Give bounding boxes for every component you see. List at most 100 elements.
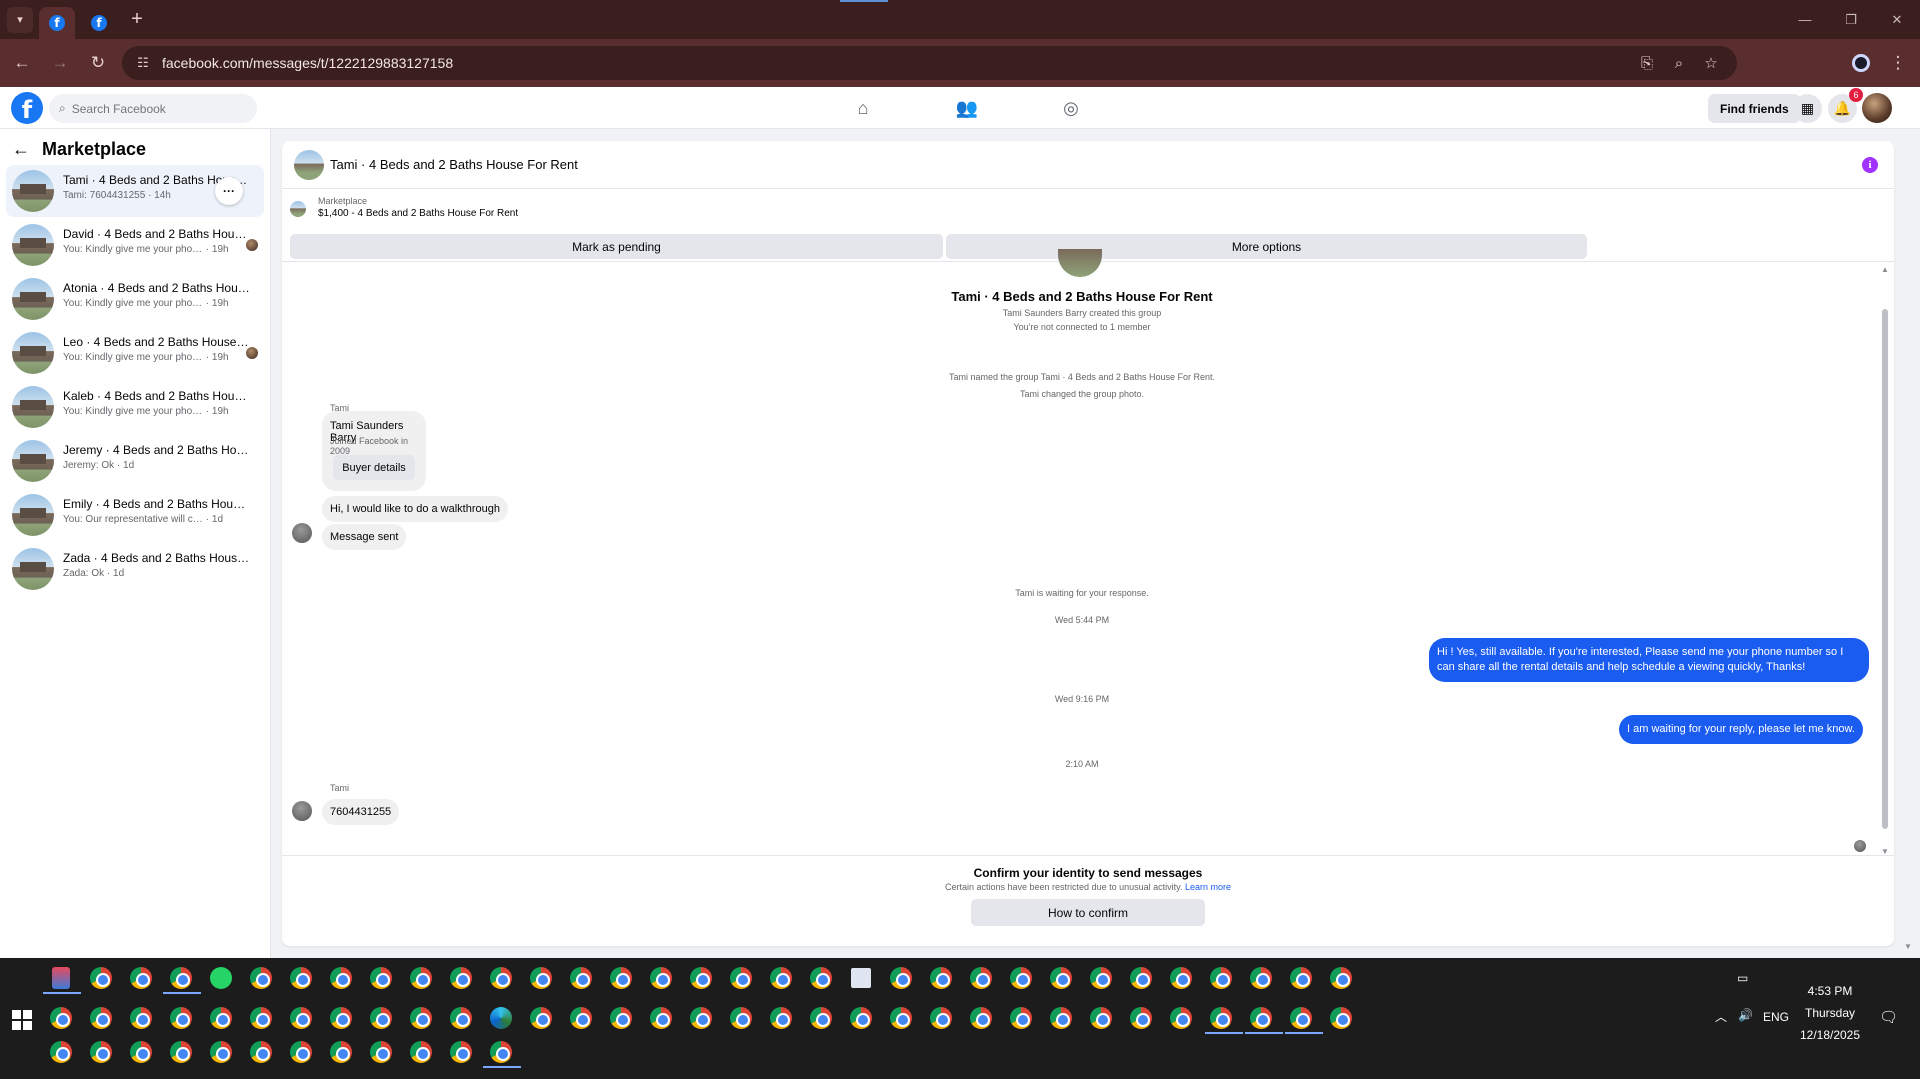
chrome-icon[interactable]: [1287, 1004, 1315, 1032]
chrome-icon[interactable]: [1087, 964, 1115, 992]
conversation-item[interactable]: Jeremy · 4 Beds and 2 Baths House For Re…: [6, 435, 264, 487]
forward-arrow-icon[interactable]: →: [44, 47, 76, 79]
chrome-icon[interactable]: [407, 1004, 435, 1032]
chrome-icon[interactable]: [767, 964, 795, 992]
tab-search-dropdown-icon[interactable]: ▾: [7, 6, 33, 33]
learn-more-link[interactable]: Learn more: [1185, 882, 1231, 892]
chrome-icon[interactable]: [1287, 964, 1315, 992]
profile-avatar[interactable]: [1862, 93, 1892, 123]
chrome-icon[interactable]: [287, 1004, 315, 1032]
whatsapp-icon[interactable]: [207, 964, 235, 992]
browser-tab-facebook[interactable]: f: [81, 7, 117, 39]
chrome-icon[interactable]: [1007, 1004, 1035, 1032]
chrome-icon[interactable]: [247, 1038, 275, 1066]
chrome-icon[interactable]: [527, 1004, 555, 1032]
url-text[interactable]: facebook.com/messages/t/1222129883127158: [162, 55, 453, 71]
chrome-icon[interactable]: [807, 1004, 835, 1032]
chrome-icon[interactable]: [127, 964, 155, 992]
chrome-icon[interactable]: [1087, 1004, 1115, 1032]
chrome-icon[interactable]: [87, 1004, 115, 1032]
chrome-icon[interactable]: [1327, 1004, 1355, 1032]
chrome-icon[interactable]: [247, 964, 275, 992]
buyer-details-button[interactable]: Buyer details: [333, 455, 415, 480]
chrome-icon[interactable]: [407, 964, 435, 992]
chrome-icon[interactable]: [1327, 964, 1355, 992]
windows-start-icon[interactable]: [12, 1010, 32, 1030]
menu-grid-icon[interactable]: ▦: [1793, 94, 1822, 123]
find-friends-button[interactable]: Find friends: [1708, 94, 1801, 123]
install-app-icon[interactable]: ⎘: [1631, 48, 1663, 78]
chrome-icon[interactable]: [327, 964, 355, 992]
scroll-thumb[interactable]: [1882, 309, 1888, 829]
chrome-icon[interactable]: [527, 964, 555, 992]
chrome-icon[interactable]: [687, 1004, 715, 1032]
chrome-icon[interactable]: [887, 964, 915, 992]
friends-icon[interactable]: 👥: [926, 91, 1008, 125]
chrome-icon[interactable]: [647, 964, 675, 992]
chrome-icon[interactable]: [167, 964, 195, 992]
facebook-search[interactable]: ⌕: [49, 94, 257, 123]
chrome-icon[interactable]: [127, 1004, 155, 1032]
zoom-icon[interactable]: ⌕: [1663, 48, 1695, 78]
how-to-confirm-button[interactable]: How to confirm: [971, 899, 1205, 926]
chrome-icon[interactable]: [447, 1004, 475, 1032]
conversation-item[interactable]: Kaleb · 4 Beds and 2 Baths House For Ren…: [6, 381, 264, 433]
reload-icon[interactable]: ↻: [82, 47, 114, 79]
mark-as-pending-button[interactable]: Mark as pending: [290, 234, 943, 259]
listing-thumbnail[interactable]: [290, 201, 306, 217]
chrome-icon[interactable]: [127, 1038, 155, 1066]
chrome-icon[interactable]: [1167, 964, 1195, 992]
groups-icon[interactable]: ◎: [1030, 91, 1112, 125]
info-icon[interactable]: i: [1862, 157, 1878, 173]
chrome-icon[interactable]: [167, 1004, 195, 1032]
contacts-app-icon[interactable]: [847, 964, 875, 992]
chrome-icon[interactable]: [447, 964, 475, 992]
site-info-icon[interactable]: ☷: [128, 48, 158, 78]
bookmark-star-icon[interactable]: ☆: [1695, 48, 1727, 78]
chrome-icon[interactable]: [1047, 964, 1075, 992]
restore-icon[interactable]: ❐: [1828, 0, 1874, 39]
chrome-icon[interactable]: [167, 1038, 195, 1066]
new-tab-plus-icon[interactable]: +: [123, 6, 151, 34]
chrome-icon[interactable]: [87, 964, 115, 992]
chrome-icon[interactable]: [47, 1004, 75, 1032]
chrome-icon[interactable]: [327, 1004, 355, 1032]
system-clock[interactable]: 4:53 PM Thursday 12/18/2025: [1780, 980, 1880, 1046]
conversation-item[interactable]: David · 4 Beds and 2 Baths House For Ren…: [6, 219, 264, 271]
facebook-logo-icon[interactable]: f: [11, 92, 43, 124]
chrome-icon[interactable]: [367, 964, 395, 992]
message-thread[interactable]: Tami · 4 Beds and 2 Baths House For Rent…: [282, 249, 1894, 858]
close-icon[interactable]: ✕: [1874, 0, 1920, 39]
chrome-icon[interactable]: [207, 1038, 235, 1066]
omnibox[interactable]: ☷ facebook.com/messages/t/12221298831271…: [122, 46, 1737, 80]
search-input[interactable]: [71, 101, 232, 116]
chrome-icon[interactable]: [1247, 1004, 1275, 1032]
chrome-icon[interactable]: [607, 964, 635, 992]
chrome-icon[interactable]: [287, 1038, 315, 1066]
page-scroll-down-arrow-icon[interactable]: ▼: [1904, 942, 1912, 951]
chrome-icon[interactable]: [247, 1004, 275, 1032]
sender-avatar[interactable]: [292, 801, 312, 821]
chat-title[interactable]: Tami · 4 Beds and 2 Baths House For Rent: [330, 157, 578, 172]
chrome-icon[interactable]: [887, 1004, 915, 1032]
chrome-icon[interactable]: [1247, 964, 1275, 992]
chrome-icon[interactable]: [967, 1004, 995, 1032]
thread-scrollbar[interactable]: ▲ ▼: [1880, 263, 1890, 858]
chrome-icon[interactable]: [1047, 1004, 1075, 1032]
sender-avatar[interactable]: [292, 523, 312, 543]
chrome-icon[interactable]: [87, 1038, 115, 1066]
chat-avatar[interactable]: [294, 150, 324, 180]
tray-display-icon[interactable]: ▭: [1737, 971, 1748, 985]
chrome-icon[interactable]: [927, 964, 955, 992]
chrome-icon[interactable]: [1167, 1004, 1195, 1032]
home-icon[interactable]: ⌂: [822, 91, 904, 125]
conversation-more-icon[interactable]: ···: [215, 177, 243, 205]
chrome-icon[interactable]: [1127, 1004, 1155, 1032]
chrome-icon[interactable]: [47, 1038, 75, 1066]
chrome-icon[interactable]: [487, 964, 515, 992]
minimize-icon[interactable]: —: [1782, 0, 1828, 39]
chrome-icon[interactable]: [567, 1004, 595, 1032]
chrome-icon[interactable]: [1127, 964, 1155, 992]
chrome-icon[interactable]: [647, 1004, 675, 1032]
chrome-icon[interactable]: [727, 964, 755, 992]
